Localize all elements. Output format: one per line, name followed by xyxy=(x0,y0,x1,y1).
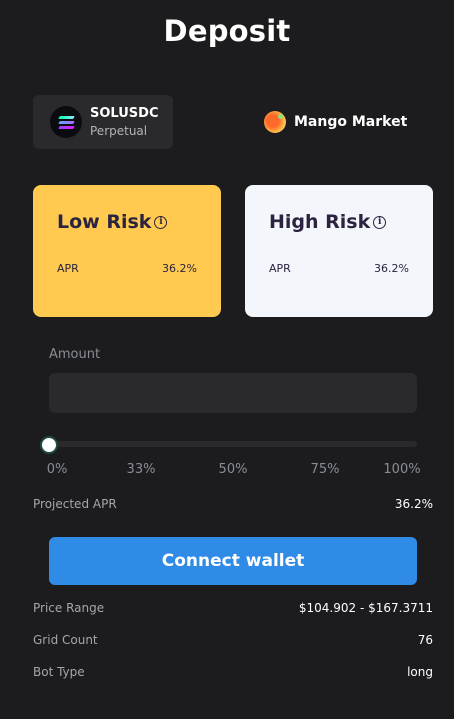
market-symbol: SOLUSDC xyxy=(90,106,159,121)
market-selector[interactable]: SOLUSDC Perpetual xyxy=(33,95,173,149)
slider-tick[interactable]: 100% xyxy=(383,462,420,477)
high-risk-apr-value: 36.2% xyxy=(374,262,409,275)
low-risk-title: Low Risk xyxy=(57,211,152,233)
high-risk-apr-label: APR xyxy=(269,262,291,275)
price-range-value: $104.902 - $167.3711 xyxy=(298,601,433,615)
bot-type-label: Bot Type xyxy=(33,665,85,679)
low-risk-apr-value: 36.2% xyxy=(162,262,197,275)
amount-slider-track[interactable] xyxy=(49,441,417,447)
slider-ticks: 0% 33% 50% 75% 100% xyxy=(0,462,454,478)
connect-wallet-button[interactable]: Connect wallet xyxy=(49,537,417,585)
slider-tick[interactable]: 75% xyxy=(311,462,340,477)
high-risk-title-row: High Risk i xyxy=(269,211,387,233)
exchange-selector[interactable]: Mango Market xyxy=(264,111,407,133)
projected-apr-row: Projected APR 36.2% xyxy=(33,497,433,513)
bot-type-row: Bot Type long xyxy=(33,665,433,681)
market-type: Perpetual xyxy=(90,124,148,138)
high-risk-card[interactable]: High Risk i APR 36.2% xyxy=(245,185,433,317)
grid-count-label: Grid Count xyxy=(33,633,98,647)
amount-slider-handle[interactable] xyxy=(40,436,58,454)
page-title: Deposit xyxy=(163,14,291,48)
low-risk-title-row: Low Risk i xyxy=(57,211,168,233)
price-range-label: Price Range xyxy=(33,601,105,615)
grid-count-value: 76 xyxy=(417,633,433,647)
projected-apr-value: 36.2% xyxy=(394,497,433,511)
high-risk-title: High Risk xyxy=(269,211,371,233)
amount-label: Amount xyxy=(49,347,101,362)
info-icon[interactable]: i xyxy=(373,215,387,229)
amount-input[interactable] xyxy=(49,373,417,413)
slider-tick[interactable]: 33% xyxy=(127,462,156,477)
low-risk-card[interactable]: Low Risk i APR 36.2% xyxy=(33,185,221,317)
low-risk-apr-label: APR xyxy=(57,262,79,275)
slider-tick[interactable]: 50% xyxy=(219,462,248,477)
projected-apr-label: Projected APR xyxy=(33,497,117,511)
mango-icon xyxy=(264,111,286,133)
slider-tick[interactable]: 0% xyxy=(47,462,68,477)
grid-count-row: Grid Count 76 xyxy=(33,633,433,649)
price-range-row: Price Range $104.902 - $167.3711 xyxy=(33,601,433,617)
info-icon[interactable]: i xyxy=(154,215,168,229)
solana-icon xyxy=(50,106,82,138)
exchange-name: Mango Market xyxy=(294,114,408,130)
bot-type-value: long xyxy=(407,665,433,679)
